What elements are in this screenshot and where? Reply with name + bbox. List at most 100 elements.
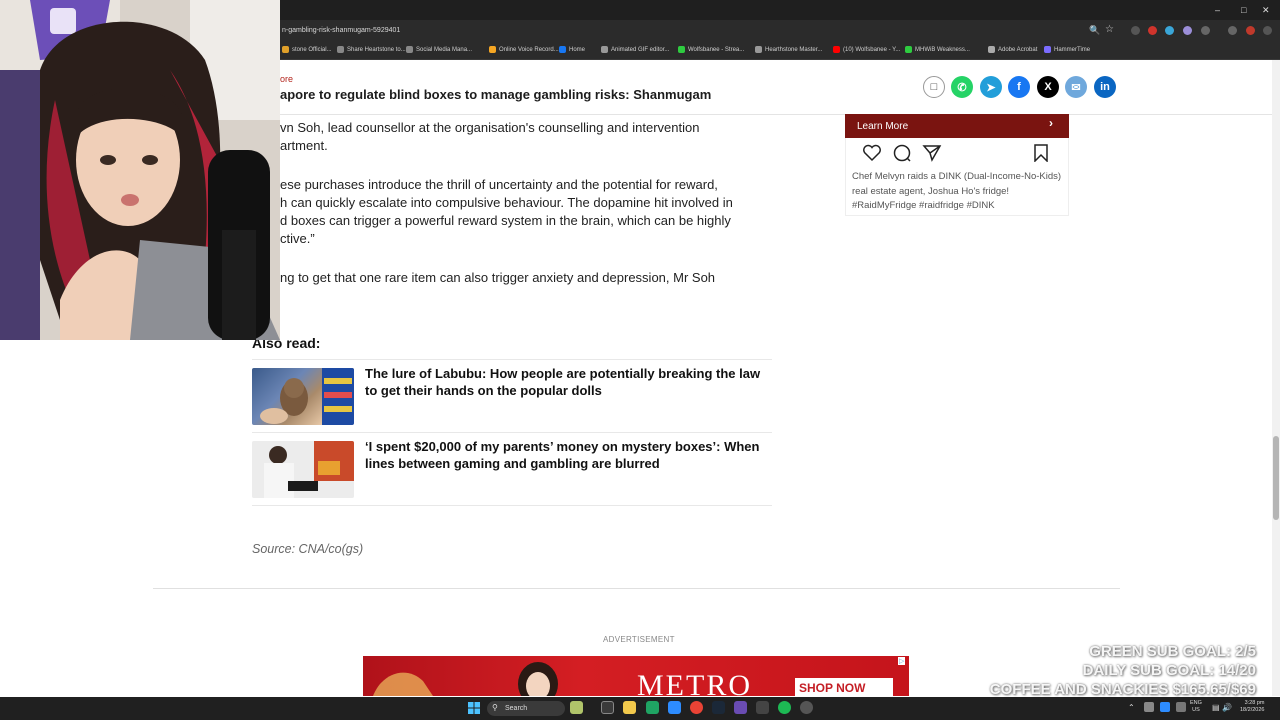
also-read-title[interactable]: The lure of Labubu: How people are poten…	[365, 365, 765, 399]
facebook-share-icon[interactable]: f	[1008, 76, 1030, 98]
paragraph-line: vn Soh, lead counsellor at the organisat…	[280, 120, 700, 135]
article-headline: apore to regulate blind boxes to manage …	[280, 87, 712, 102]
x-share-icon[interactable]: X	[1037, 76, 1059, 98]
article-source: Source: CNA/co(gs)	[252, 542, 364, 556]
also-read-item[interactable]: ‘I spent $20,000 of my parents’ money on…	[252, 432, 772, 505]
twitch-app-icon[interactable]	[734, 701, 747, 714]
windows-taskbar	[0, 697, 1280, 720]
profile-avatar[interactable]	[1246, 26, 1255, 35]
bookmark-item[interactable]: HammerTime	[1044, 46, 1090, 53]
clock-date: 18/2/2026	[1240, 707, 1265, 713]
bookmark-item[interactable]: Home	[559, 46, 585, 53]
tray-app-icon[interactable]	[1160, 702, 1170, 712]
bookmark-favicon-icon	[755, 46, 762, 53]
paragraph-line: h can quickly escalate into compulsive b…	[280, 195, 733, 210]
network-icon[interactable]: ▤	[1212, 703, 1220, 712]
save-bookmark-icon[interactable]	[1033, 144, 1049, 162]
zoom-icon[interactable]: 🔍	[1089, 25, 1100, 36]
ad-brand-text: METRO	[637, 669, 752, 696]
volume-icon[interactable]: 🔊	[1222, 703, 1232, 712]
bookmark-item[interactable]: Online Voice Record...	[489, 46, 559, 53]
linkedin-share-icon[interactable]: in	[1094, 76, 1116, 98]
taskbar-search[interactable]: Search	[487, 701, 565, 716]
like-heart-icon[interactable]	[862, 144, 882, 162]
obs-icon[interactable]	[800, 701, 813, 714]
bookmark-item[interactable]: Share Heartstone to...	[337, 46, 406, 53]
file-explorer-icon[interactable]	[623, 701, 636, 714]
bookmark-item[interactable]: Hearthstone Master...	[755, 46, 822, 53]
extension-icon[interactable]	[1165, 26, 1174, 35]
taskbar-widget-icon[interactable]	[570, 701, 583, 714]
task-view-icon[interactable]	[601, 701, 614, 714]
scrollbar[interactable]	[1272, 60, 1280, 696]
bookmark-item[interactable]: stone Official...	[282, 46, 332, 53]
comment-icon[interactable]	[892, 144, 912, 162]
sheets-icon[interactable]	[646, 701, 659, 714]
bookmark-item[interactable]: (10) Wolfsbanee - Y...	[833, 46, 900, 53]
learn-more-button[interactable]: Learn More	[845, 114, 1069, 138]
steam-icon[interactable]	[712, 701, 725, 714]
minimize-icon[interactable]: –	[1215, 5, 1220, 15]
bookmark-favicon-icon	[833, 46, 840, 53]
ad-info-icon[interactable]: ▷	[898, 657, 906, 665]
extension-icon[interactable]	[1148, 26, 1157, 35]
bookmark-share-icon[interactable]: □	[923, 76, 945, 98]
language-indicator[interactable]: ENG US	[1190, 700, 1202, 714]
divider	[252, 505, 772, 506]
zoom-app-icon[interactable]	[668, 701, 681, 714]
menu-icon[interactable]	[1263, 26, 1272, 35]
extension-icon[interactable]	[1131, 26, 1140, 35]
bookmark-label: Animated GIF editor...	[611, 46, 670, 53]
whatsapp-share-icon[interactable]: ✆	[951, 76, 973, 98]
tray-app-icon[interactable]	[1144, 702, 1154, 712]
bookmark-favicon-icon	[678, 46, 685, 53]
paragraph-line: ctive.”	[280, 231, 315, 246]
app-icon[interactable]	[756, 701, 769, 714]
share-send-icon[interactable]	[922, 144, 942, 162]
ad-cta[interactable]: SHOP NOW	[799, 681, 865, 695]
chrome-icon[interactable]	[690, 701, 703, 714]
extension-icon[interactable]	[1183, 26, 1192, 35]
search-label: Search	[505, 705, 528, 712]
article-thumbnail[interactable]	[252, 368, 354, 425]
scrollbar-thumb[interactable]	[1273, 436, 1279, 520]
bookmark-item[interactable]: Animated GIF editor...	[601, 46, 669, 53]
tray-app-icon[interactable]	[1176, 702, 1186, 712]
bookmark-favicon-icon	[988, 46, 995, 53]
bookmark-item[interactable]: Wolfsbanee - Strea...	[678, 46, 744, 53]
spotify-icon[interactable]	[778, 701, 791, 714]
windows-start-icon[interactable]	[468, 702, 480, 714]
search-icon: ⚲	[492, 703, 498, 712]
bookmark-item[interactable]: MHWiB Weakness...	[905, 46, 970, 53]
also-read-item[interactable]: The lure of Labubu: How people are poten…	[252, 359, 772, 432]
paragraph-line: d boxes can trigger a powerful reward sy…	[280, 213, 731, 228]
bookmark-item[interactable]: Social Media Mana...	[406, 46, 472, 53]
coffee-goal: COFFEE AND SNACKIES $165.65/$69	[989, 681, 1256, 698]
close-icon[interactable]: ✕	[1262, 5, 1270, 16]
maximize-icon[interactable]: □	[1241, 5, 1246, 15]
section-divider	[153, 588, 1120, 589]
star-icon[interactable]: ☆	[1105, 24, 1114, 35]
extensions-puzzle-icon[interactable]	[1201, 26, 1210, 35]
url-text[interactable]: n-gambling-risk-shanmugam-5929401	[282, 27, 400, 34]
bookmark-label: stone Official...	[292, 46, 332, 53]
tray-chevron-icon[interactable]: ⌃	[1128, 703, 1135, 712]
section-kicker[interactable]: ore	[280, 74, 293, 84]
sidebar-icon[interactable]	[1228, 26, 1237, 35]
system-clock[interactable]: 3:28 pm 18/2/2026	[1240, 700, 1264, 714]
advertisement-banner[interactable]: METRO SHOP NOW ▷	[363, 656, 909, 696]
telegram-share-icon[interactable]: ➤	[980, 76, 1002, 98]
email-share-icon[interactable]: ✉	[1065, 76, 1087, 98]
paragraph-line: ng to get that one rare item can also tr…	[280, 270, 716, 285]
paragraph-line: ese purchases introduce the thrill of un…	[280, 177, 718, 192]
bookmark-label: Adobe Acrobat	[998, 46, 1038, 53]
green-sub-goal: GREEN SUB GOAL: 2/5	[1089, 643, 1256, 660]
bookmark-label: HammerTime	[1054, 46, 1091, 53]
daily-sub-goal: DAILY SUB GOAL: 14/20	[1082, 662, 1256, 679]
bookmark-favicon-icon	[905, 46, 912, 53]
bookmark-favicon-icon	[1044, 46, 1051, 53]
bookmark-favicon-icon	[559, 46, 566, 53]
bookmark-item[interactable]: Adobe Acrobat	[988, 46, 1037, 53]
article-thumbnail[interactable]	[252, 441, 354, 498]
also-read-title[interactable]: ‘I spent $20,000 of my parents’ money on…	[365, 438, 765, 472]
